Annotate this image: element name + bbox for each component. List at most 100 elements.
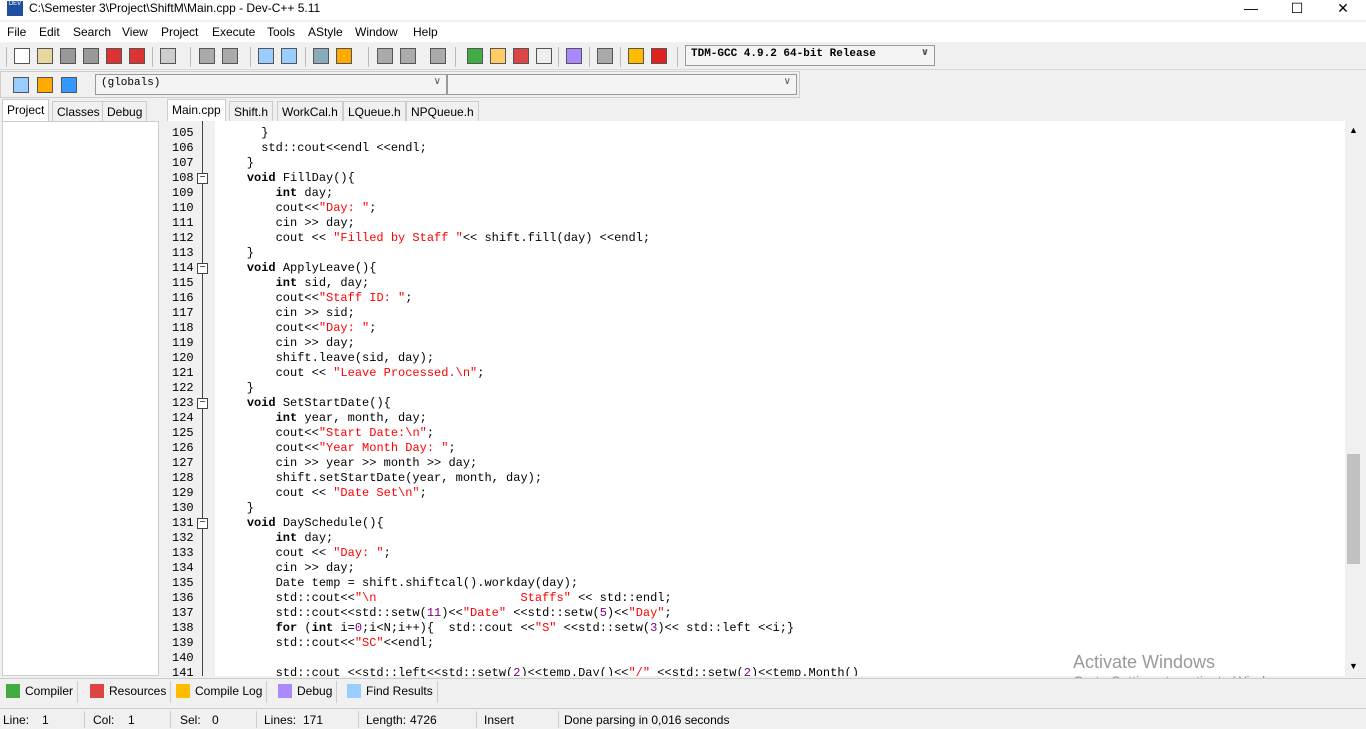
bottom-tab-find-results[interactable]: Find Results: [343, 681, 438, 703]
bottom-tab-compile-log[interactable]: Compile Log: [172, 681, 268, 703]
class-browser-icon[interactable]: [13, 77, 29, 93]
goto-line-icon[interactable]: [313, 48, 329, 64]
menu-bar: File Edit Search View Project Execute Tools ASt…: [0, 22, 1366, 42]
divider: [305, 47, 306, 67]
keyword: int: [275, 411, 298, 425]
close-file-icon[interactable]: [106, 48, 122, 64]
code-text: cout<<: [218, 426, 319, 440]
fold-toggle-icon[interactable]: −: [197, 263, 208, 274]
save-icon[interactable]: [60, 48, 76, 64]
add-file-icon[interactable]: [37, 77, 53, 93]
string-literal: "Date Set\n": [333, 486, 420, 500]
bottom-tab-compiler[interactable]: Compiler: [2, 681, 79, 703]
file-tab[interactable]: NPQueue.h: [406, 101, 479, 121]
tab-debug[interactable]: Debug: [102, 101, 148, 121]
file-tab[interactable]: WorkCal.h: [277, 101, 343, 121]
menu-search[interactable]: Search: [73, 25, 111, 39]
scroll-up-icon[interactable]: ▲: [1349, 125, 1358, 135]
scope-select[interactable]: (globals) ∨: [95, 74, 447, 95]
replace-icon[interactable]: [281, 48, 297, 64]
unindent-icon[interactable]: [400, 48, 416, 64]
rebuild-icon[interactable]: [536, 48, 552, 64]
project-options-icon[interactable]: [61, 77, 77, 93]
print-icon[interactable]: [160, 48, 176, 64]
divider: [256, 711, 257, 728]
debug-icon: [278, 684, 292, 698]
file-tab[interactable]: Shift.h: [229, 101, 274, 121]
fold-toggle-icon[interactable]: −: [197, 173, 208, 184]
tab-project[interactable]: Project: [2, 99, 50, 121]
code-text: )<< std::left <<i;}: [657, 621, 795, 635]
open-icon[interactable]: [37, 48, 53, 64]
fold-toggle-icon[interactable]: −: [197, 518, 208, 529]
tab-classes[interactable]: Classes: [52, 101, 105, 121]
file-tab[interactable]: Main.cpp: [167, 99, 226, 121]
member-select[interactable]: ∨: [447, 74, 797, 95]
divider: [190, 47, 191, 67]
menu-project[interactable]: Project: [161, 25, 198, 39]
code-line: shift.leave(sid, day);: [218, 351, 434, 366]
menu-file[interactable]: File: [7, 25, 26, 39]
menu-view[interactable]: View: [122, 25, 148, 39]
compile-run-icon[interactable]: [513, 48, 529, 64]
menu-execute[interactable]: Execute: [212, 25, 255, 39]
toggle-comment-icon[interactable]: [430, 48, 446, 64]
save-all-icon[interactable]: [83, 48, 99, 64]
code-text: ;: [664, 606, 672, 620]
menu-edit[interactable]: Edit: [39, 25, 60, 39]
menu-help[interactable]: Help: [413, 25, 438, 39]
code-line: std::cout<<endl <<endl;: [218, 141, 427, 156]
code-line: int day;: [218, 531, 334, 546]
code-line: cout << "Filled by Staff "<< shift.fill(…: [218, 231, 650, 246]
compile-icon[interactable]: [467, 48, 483, 64]
maximize-button[interactable]: ☐: [1274, 0, 1320, 20]
line-number: 134: [172, 561, 194, 575]
line-number: 118: [172, 321, 194, 335]
close-button[interactable]: ✕: [1320, 0, 1366, 20]
keyword: int: [311, 621, 334, 635]
code-text: FillDay(){: [275, 171, 355, 185]
scroll-down-icon[interactable]: ▼: [1349, 661, 1358, 671]
close-all-icon[interactable]: [129, 48, 145, 64]
menu-window[interactable]: Window: [355, 25, 398, 39]
menu-astyle[interactable]: AStyle: [308, 25, 343, 39]
undo-icon[interactable]: [199, 48, 215, 64]
code-editor[interactable]: 105 106 107 108−109 110 111 112 113 114−115 116 11…: [165, 121, 1345, 676]
scrollbar-thumb[interactable]: [1347, 454, 1360, 564]
chart-icon[interactable]: [628, 48, 644, 64]
syntax-check-icon[interactable]: [566, 48, 582, 64]
compiler-select[interactable]: TDM-GCC 4.9.2 64-bit Release ∨: [685, 45, 935, 66]
fold-toggle-icon[interactable]: −: [197, 398, 208, 409]
divider: [170, 711, 171, 728]
vertical-scrollbar[interactable]: ▲ ▼: [1345, 121, 1362, 676]
code-text: << std::endl;: [570, 591, 672, 605]
indent-icon[interactable]: [377, 48, 393, 64]
project-panel[interactable]: [2, 121, 159, 676]
code-line: Date temp = shift.shiftcal().workday(day…: [218, 576, 578, 591]
code-text: ;: [448, 441, 456, 455]
bottom-tab-debug[interactable]: Debug: [274, 681, 338, 703]
menu-tools[interactable]: Tools: [267, 25, 295, 39]
code-text: day;: [297, 531, 334, 545]
divider: [558, 711, 559, 728]
code-text: ;: [369, 321, 377, 335]
divider: [250, 47, 251, 67]
code-line: cin >> day;: [218, 336, 355, 351]
minimize-button[interactable]: —: [1228, 0, 1274, 20]
bottom-tab-resources[interactable]: Resources: [86, 681, 172, 703]
new-file-icon[interactable]: [14, 48, 30, 64]
line-number: 121: [172, 366, 194, 380]
file-tab[interactable]: LQueue.h: [343, 101, 406, 121]
stop-icon[interactable]: [597, 48, 613, 64]
toggle-bookmark-icon[interactable]: [336, 48, 352, 64]
debug-stop-icon[interactable]: [651, 48, 667, 64]
run-icon[interactable]: [490, 48, 506, 64]
code-text: )<<: [441, 606, 463, 620]
redo-icon[interactable]: [222, 48, 238, 64]
code-line: cin >> sid;: [218, 306, 355, 321]
code-text: cin >> sid;: [218, 306, 355, 320]
string-literal: "Leave Processed.\n": [333, 366, 478, 380]
find-icon[interactable]: [258, 48, 274, 64]
